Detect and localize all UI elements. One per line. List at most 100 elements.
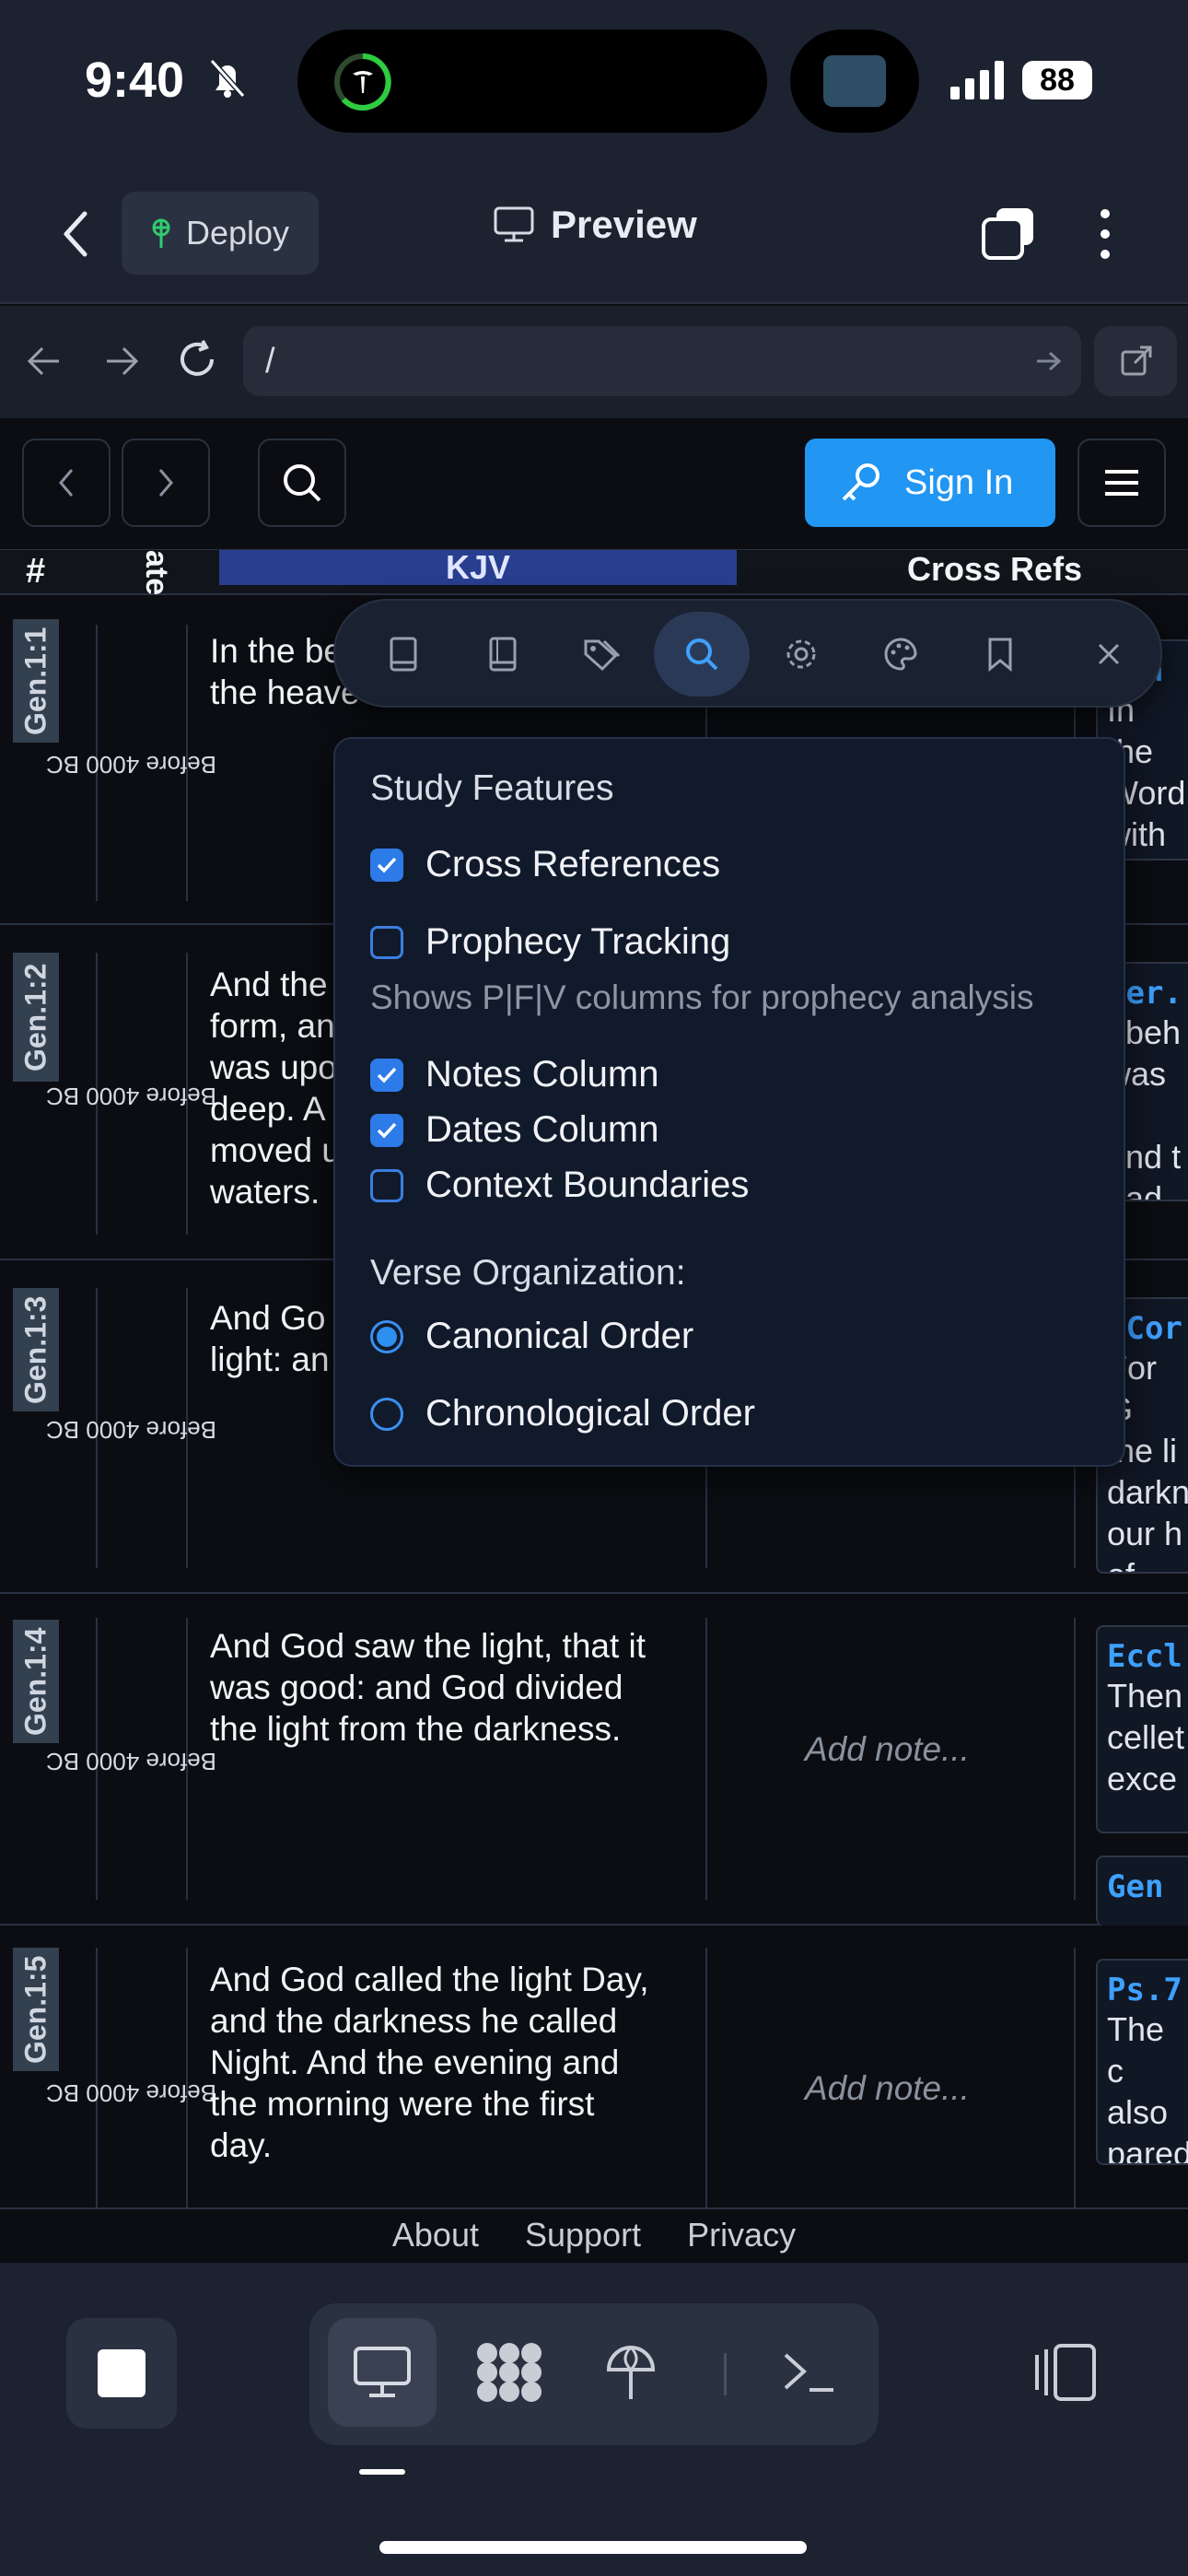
search-icon[interactable] (654, 612, 750, 697)
cross-references-label: Cross References (425, 844, 721, 884)
prophecy-tracking-checkbox[interactable] (370, 925, 403, 959)
status-time: 9:40 (85, 53, 185, 108)
verse-date: Before 4000 BC (46, 1748, 217, 1775)
header-cross-refs: Cross Refs (907, 550, 1083, 588)
sign-in-button[interactable]: Sign In (805, 439, 1055, 527)
deploy-button[interactable]: Deploy (122, 192, 319, 275)
context-boundaries-checkbox[interactable] (370, 1168, 403, 1202)
app-header: Deploy Preview (0, 166, 1188, 304)
hamburger-menu-button[interactable] (1077, 439, 1166, 527)
context-boundaries-option[interactable]: Context Boundaries (370, 1165, 749, 1206)
palette-icon[interactable] (853, 612, 949, 697)
verse-text: And God saw the light, that it was good:… (210, 1627, 646, 1748)
table-header: # ate KJV Cross Refs (0, 549, 1188, 595)
verse-text: And God called the light Day, and the da… (210, 1961, 649, 2164)
about-link[interactable]: About (392, 2209, 479, 2263)
stop-button[interactable] (66, 2318, 177, 2429)
chronological-order-option[interactable]: Chronological Order (370, 1393, 755, 1434)
dates-column-label: Dates Column (425, 1109, 659, 1150)
status-bar: 9:40 88 (0, 0, 1188, 166)
study-popup-tabbar (333, 599, 1162, 708)
verse-ref[interactable]: Gen.1:1 (13, 619, 59, 743)
external-link-icon (1120, 345, 1153, 378)
verse-ref[interactable]: Gen.1:4 (13, 1620, 59, 1743)
add-note-field[interactable]: Add note... (805, 2069, 970, 2108)
search-icon (281, 462, 323, 504)
browser-forward-icon[interactable] (103, 345, 140, 378)
deploy-label: Deploy (186, 214, 290, 252)
canonical-order-radio[interactable] (370, 1319, 403, 1353)
stop-icon (98, 2349, 146, 2397)
go-arrow-icon[interactable] (1035, 350, 1061, 372)
book-icon[interactable] (355, 612, 451, 697)
verse-ref[interactable]: Gen.1:3 (13, 1288, 59, 1411)
verse-organization-title: Verse Organization: (370, 1253, 686, 1293)
chronological-order-label: Chronological Order (425, 1393, 755, 1434)
next-chapter-button[interactable] (122, 439, 210, 527)
dates-column-checkbox[interactable] (370, 1113, 403, 1147)
sign-in-label: Sign In (904, 463, 1014, 502)
settings-icon[interactable] (753, 612, 849, 697)
page-footer: About Support Privacy (0, 2207, 1188, 2263)
notes-column-label: Notes Column (425, 1054, 659, 1095)
mode-divider (724, 2353, 727, 2395)
cross-references-checkbox[interactable] (370, 848, 403, 882)
tags-icon[interactable] (554, 612, 650, 697)
preview-mode-button[interactable] (328, 2318, 437, 2427)
activity-thumbnail (790, 29, 919, 133)
open-external-button[interactable] (1094, 326, 1177, 396)
canonical-order-option[interactable]: Canonical Order (370, 1316, 693, 1357)
apps-icon (474, 2340, 544, 2405)
close-icon[interactable] (1061, 612, 1157, 697)
deploy-icon (147, 217, 175, 250)
add-note-field[interactable]: Add note... (805, 1730, 970, 1769)
url-text: / (265, 342, 275, 381)
console-mode-button[interactable] (755, 2318, 864, 2427)
more-options-icon[interactable] (1096, 206, 1114, 262)
signal-icon (950, 61, 1007, 100)
monitor-icon (494, 206, 534, 243)
apps-mode-button[interactable] (455, 2318, 564, 2427)
notes-column-option[interactable]: Notes Column (370, 1054, 658, 1095)
active-tab-indicator (359, 2469, 405, 2475)
cross-ref-card[interactable]: Ps.7 The c also pared (1096, 1959, 1188, 2165)
cross-ref-card[interactable]: Gen (1096, 1856, 1188, 1926)
network-icon (603, 2342, 658, 2403)
bell-muted-icon (204, 57, 250, 100)
header-kjv[interactable]: KJV (219, 550, 737, 585)
reload-icon[interactable] (177, 339, 219, 381)
verse-ref[interactable]: Gen.1:2 (13, 953, 59, 1082)
prophecy-tracking-label: Prophecy Tracking (425, 921, 731, 962)
search-button[interactable] (258, 439, 346, 527)
verse-date: Before 4000 BC (46, 2079, 217, 2107)
table-row: Gen.1:5 Before 4000 BC And God called th… (0, 1926, 1188, 2207)
tabs-icon[interactable] (980, 206, 1037, 262)
prev-chapter-button[interactable] (22, 439, 111, 527)
notes-column-checkbox[interactable] (370, 1058, 403, 1092)
tesla-activity-icon (332, 52, 393, 112)
panel-toggle-icon[interactable] (1031, 2342, 1100, 2403)
browser-back-icon[interactable] (26, 345, 63, 378)
cross-ref-title: Eccl (1107, 1638, 1182, 1675)
verse-ref[interactable]: Gen.1:5 (13, 1948, 59, 2071)
cross-references-option[interactable]: Cross References (370, 844, 720, 885)
dates-column-option[interactable]: Dates Column (370, 1109, 658, 1151)
book-open-icon[interactable] (455, 612, 551, 697)
bookmark-icon[interactable] (952, 612, 1048, 697)
cross-ref-title: Ps.7 (1107, 1972, 1182, 2008)
monitor-icon (353, 2346, 412, 2399)
chronological-order-radio[interactable] (370, 1397, 403, 1431)
terminal-icon (782, 2349, 837, 2395)
cross-ref-text: Then cellet exce (1107, 1677, 1185, 1797)
browser-url-bar: / (0, 306, 1188, 418)
url-input[interactable]: / (243, 326, 1081, 396)
header-date: ate (139, 550, 174, 594)
deploy-mode-button[interactable] (577, 2318, 685, 2427)
verse-date: Before 4000 BC (46, 1416, 217, 1444)
privacy-link[interactable]: Privacy (687, 2209, 796, 2263)
support-link[interactable]: Support (525, 2209, 641, 2263)
cross-ref-card[interactable]: Eccl Then cellet exce (1096, 1625, 1188, 1833)
verse-date: Before 4000 BC (46, 1083, 217, 1110)
back-icon[interactable] (59, 210, 92, 258)
prophecy-tracking-option[interactable]: Prophecy Tracking (370, 921, 730, 963)
